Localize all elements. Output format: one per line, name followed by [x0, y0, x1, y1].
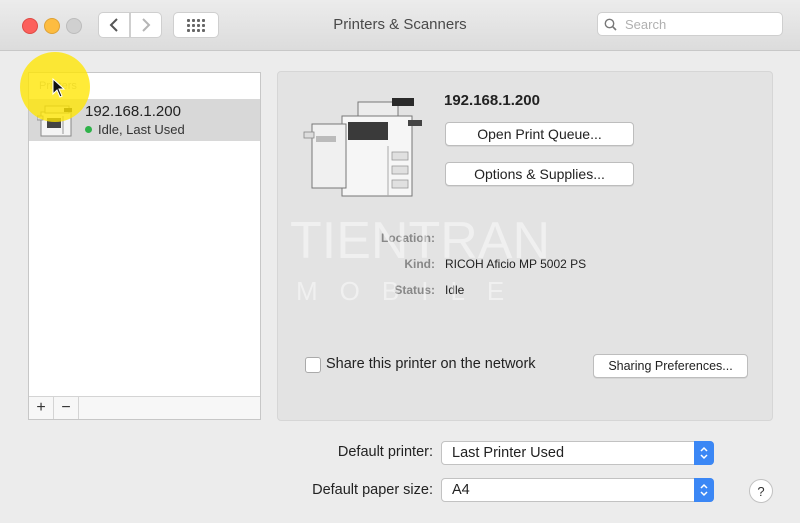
search-input[interactable] — [623, 15, 777, 33]
printer-item-name: 192.168.1.200 — [85, 103, 181, 120]
default-paper-size-value: A4 — [452, 482, 470, 498]
status-label: Status: — [394, 283, 435, 297]
default-paper-size-select[interactable]: A4 — [441, 478, 714, 502]
search-field[interactable] — [597, 12, 783, 36]
share-printer-checkbox[interactable] — [305, 357, 321, 373]
mouse-pointer-icon — [52, 78, 66, 98]
default-paper-size-label: Default paper size: — [312, 482, 433, 498]
printer-large-icon — [303, 98, 422, 197]
kind-value: RICOH Aficio MP 5002 PS — [445, 257, 587, 271]
help-button[interactable]: ? — [749, 479, 773, 503]
location-label: Location: — [381, 231, 435, 245]
default-printer-select[interactable]: Last Printer Used — [441, 441, 714, 465]
open-print-queue-button[interactable]: Open Print Queue... — [445, 122, 634, 146]
list-footer: + − — [29, 396, 260, 419]
select-arrows-icon — [694, 478, 714, 502]
printer-list: Printers 192.168.1.200 Idle, Last Used +… — [28, 72, 261, 420]
select-arrows-icon — [694, 441, 714, 465]
share-printer-label[interactable]: Share this printer on the network — [326, 356, 536, 372]
search-icon — [604, 18, 617, 31]
printer-item-status: Idle, Last Used — [98, 122, 185, 137]
title-bar: Printers & Scanners — [0, 0, 800, 51]
default-printer-value: Last Printer Used — [452, 445, 565, 461]
remove-printer-button[interactable]: − — [54, 397, 79, 419]
status-dot-icon — [85, 126, 92, 133]
add-printer-button[interactable]: + — [29, 397, 54, 419]
sharing-preferences-button[interactable]: Sharing Preferences... — [593, 354, 748, 378]
options-supplies-button[interactable]: Options & Supplies... — [445, 162, 634, 186]
printer-title: 192.168.1.200 — [444, 92, 540, 109]
status-value: Idle — [445, 283, 465, 297]
default-printer-label: Default printer: — [337, 444, 433, 460]
kind-label: Kind: — [404, 257, 435, 271]
